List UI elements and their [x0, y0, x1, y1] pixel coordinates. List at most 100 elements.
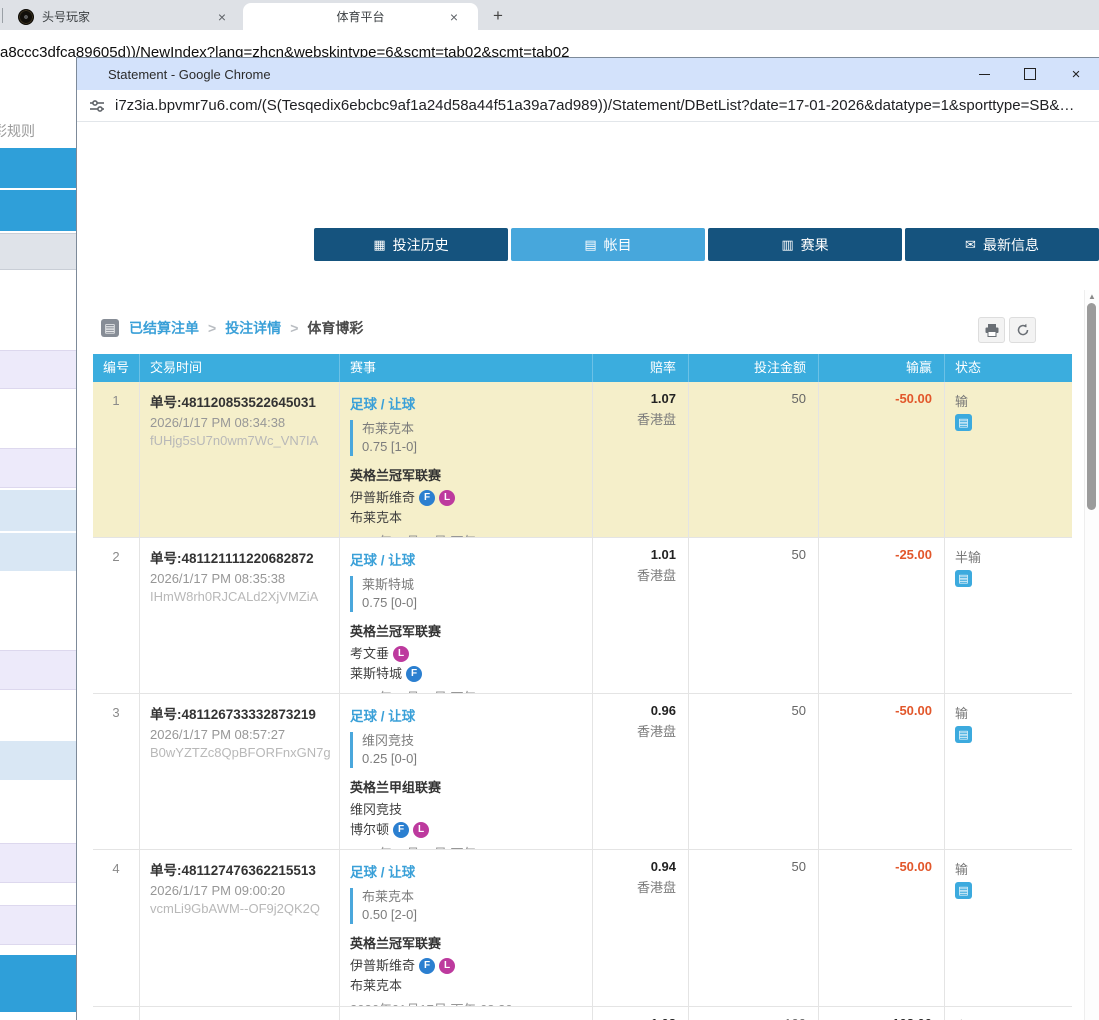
home-team-line: 考文垂 L	[350, 644, 582, 664]
tab-sports-platform[interactable]: 体育平台 ×	[243, 3, 478, 30]
col-transaction-time: 交易时间	[140, 354, 340, 382]
home-team-line: 伊普斯维奇 F L	[350, 488, 582, 508]
bet-ref: B0wYZTZc8QpBFORFnxGN7g	[150, 745, 329, 760]
pick-team: 布莱克本	[362, 888, 582, 906]
stripe	[0, 233, 76, 270]
league-name: 英格兰甲组联赛	[350, 777, 582, 796]
league-name: 英格兰冠军联赛	[350, 621, 582, 640]
stripe	[0, 350, 76, 389]
result-icon[interactable]: ▤	[955, 570, 972, 587]
handicap: 0.50 [2-0]	[362, 906, 582, 924]
close-icon[interactable]: ×	[450, 10, 458, 24]
grid-icon: ▦	[373, 237, 385, 253]
status-label: 输	[955, 703, 1062, 722]
browser-tab-bar: 头号玩家 × 体育平台 × +	[0, 0, 1099, 30]
bet-id: 单号:481146842369753218	[150, 1016, 329, 1020]
table-row: 5 单号:481146842369753218 2026/1/17 PM 10:…	[93, 1007, 1072, 1020]
popup-scrollbar[interactable]: ▲	[1084, 290, 1099, 1020]
first-half-badge: F	[419, 958, 435, 974]
stake-amount: 100	[689, 1007, 819, 1020]
table-row: 3 单号:481126733332873219 2026/1/17 PM 08:…	[93, 694, 1072, 850]
minimize-button[interactable]	[961, 58, 1007, 90]
pick-box: 布莱克本 0.75 [1-0]	[350, 420, 582, 456]
new-tab-button[interactable]: +	[486, 4, 510, 28]
home-team-line: 维冈竞技	[350, 800, 582, 820]
bet-id: 单号:481127476362215513	[150, 859, 329, 879]
bet-ref: fUHjg5sU7n0wm7Wc_VN7IA	[150, 433, 329, 448]
refresh-button[interactable]	[1009, 317, 1036, 343]
col-odds: 赔率	[593, 354, 689, 382]
bets-table: 编号 交易时间 赛事 赔率 投注金额 输赢 状态 1 单号:4811208535…	[93, 354, 1072, 1020]
result-icon[interactable]: ▤	[955, 726, 972, 743]
odds-type: 香港盘	[603, 877, 676, 896]
address-bar[interactable]: i7z3ia.bpvmr7u6.com/(S(Tesqedix6ebcbc9af…	[77, 90, 1099, 122]
stake-amount: 50	[689, 538, 819, 693]
close-icon[interactable]: ×	[218, 10, 226, 24]
nav-latest-info-button[interactable]: ✉ 最新信息	[905, 228, 1099, 261]
nav-accounts-button[interactable]: ▤ 帐目	[511, 228, 705, 261]
breadcrumb-separator: >	[208, 320, 216, 336]
row-number: 4	[93, 850, 140, 1006]
odds-value: 1.08	[603, 1016, 676, 1020]
stake-amount: 50	[689, 382, 819, 537]
home-team-line: 伊普斯维奇 F L	[350, 956, 582, 976]
breadcrumb-bet-details[interactable]: 投注详情	[225, 318, 281, 338]
live-badge: L	[393, 646, 409, 662]
stripe	[0, 955, 76, 1012]
winloss-amount: -50.00	[819, 382, 945, 537]
market-link[interactable]: 足球 / 让球	[350, 549, 415, 569]
odds-value: 1.07	[603, 391, 676, 406]
match-time: 2026年01月17日 下午 08:30	[350, 687, 582, 693]
market-link[interactable]: 足球 / 让球	[350, 705, 415, 725]
site-settings-icon[interactable]	[89, 98, 105, 114]
maximize-button[interactable]	[1007, 58, 1053, 90]
stake-amount: 50	[689, 694, 819, 849]
league-name: 英格兰冠军联赛	[350, 465, 582, 484]
table-row: 2 单号:481121111220682872 2026/1/17 PM 08:…	[93, 538, 1072, 694]
result-icon[interactable]: ▤	[955, 414, 972, 431]
bet-ref: vcmLi9GbAWM--OF9j2QK2Q	[150, 901, 329, 916]
print-button[interactable]	[978, 317, 1005, 343]
pick-box: 莱斯特城 0.75 [0-0]	[350, 576, 582, 612]
table-header-row: 编号 交易时间 赛事 赔率 投注金额 输赢 状态	[93, 354, 1072, 382]
status-label: 输	[955, 859, 1062, 878]
close-window-button[interactable]: ×	[1053, 58, 1099, 90]
breadcrumb-sports-betting: 体育博彩	[307, 318, 363, 338]
result-icon[interactable]: ▤	[955, 882, 972, 899]
minimize-icon	[979, 74, 990, 75]
stripe	[0, 148, 76, 188]
breadcrumb-settled-bets[interactable]: 已结算注单	[129, 318, 199, 338]
market-link[interactable]: 足球 / 让球	[350, 861, 415, 881]
nav-button-row: ▦ 投注历史 ▤ 帐目 ▥ 赛果 ✉ 最新信息	[314, 228, 1099, 261]
stripe	[0, 490, 76, 532]
bet-ref: IHmW8rh0RJCALd2XjVMZiA	[150, 589, 329, 604]
popup-title-bar[interactable]: Statement - Google Chrome ×	[77, 58, 1099, 90]
nav-label: 帐目	[604, 235, 632, 255]
bet-time: 2026/1/17 PM 08:57:27	[150, 727, 329, 742]
league-name: 英格兰冠军联赛	[350, 933, 582, 952]
row-number: 3	[93, 694, 140, 849]
mail-icon: ✉	[965, 237, 976, 253]
live-badge: L	[439, 958, 455, 974]
handicap: 0.75 [0-0]	[362, 594, 582, 612]
url-text[interactable]: i7z3ia.bpvmr7u6.com/(S(Tesqedix6ebcbc9af…	[115, 97, 1074, 114]
breadcrumb: ▤ 已结算注单 > 投注详情 > 体育博彩	[101, 318, 363, 338]
statement-popup-window: Statement - Google Chrome × i7z3ia.bpvmr…	[76, 57, 1099, 1020]
table-row: 4 单号:481127476362215513 2026/1/17 PM 09:…	[93, 850, 1072, 1007]
bet-id: 单号:481126733332873219	[150, 703, 329, 723]
col-winloss: 输赢	[819, 354, 945, 382]
window-title: Statement - Google Chrome	[108, 67, 271, 82]
handicap: 0.25 [0-0]	[362, 750, 582, 768]
tab-touhao-wanjia[interactable]: 头号玩家 ×	[8, 3, 236, 30]
row-number: 1	[93, 382, 140, 537]
nav-bet-history-button[interactable]: ▦ 投注历史	[314, 228, 508, 261]
nav-results-button[interactable]: ▥ 赛果	[708, 228, 902, 261]
match-time: 2026年01月17日 下午 08:30	[350, 531, 582, 537]
scroll-up-arrow[interactable]: ▲	[1085, 292, 1099, 301]
bet-time: 2026/1/17 PM 08:35:38	[150, 571, 329, 586]
stripe	[0, 741, 76, 781]
scrollbar-thumb[interactable]	[1087, 303, 1096, 510]
handicap: 0.75 [1-0]	[362, 438, 582, 456]
odds-value: 1.01	[603, 547, 676, 562]
market-link[interactable]: 足球 / 让球	[350, 393, 415, 413]
